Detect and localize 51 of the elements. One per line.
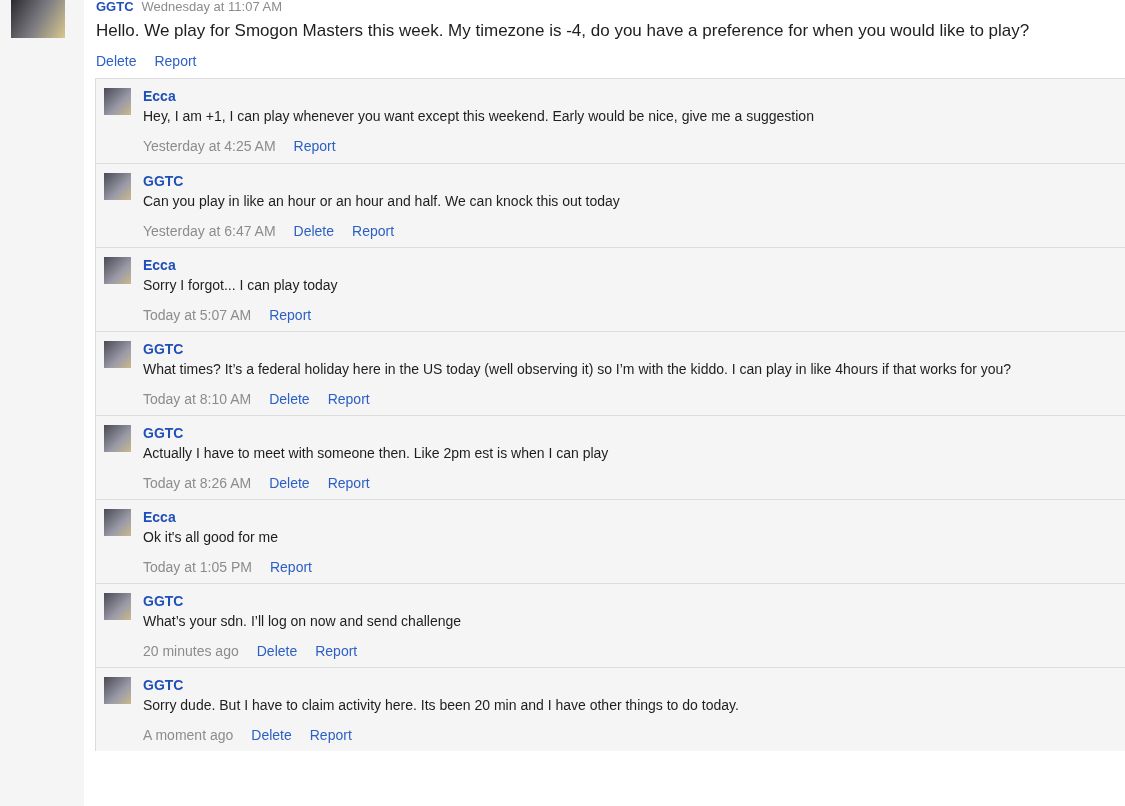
reply-text: Actually I have to meet with someone then. Like 2pm est is when I can play bbox=[143, 444, 609, 463]
reply-text: Hey, I am +1, I can play whenever you want except this weekend. Early would be nice, give me a suggestion bbox=[143, 107, 814, 126]
reply-text: Sorry I forgot... I can play today bbox=[143, 276, 338, 295]
post-text: Hello. We play for Smogon Masters this week. My timezone is -4, do you have a preference for when you would like to play? bbox=[96, 20, 1031, 42]
avatar-image bbox=[104, 173, 131, 200]
author-name[interactable]: Ecca bbox=[143, 507, 312, 527]
action-link[interactable]: Report bbox=[327, 389, 370, 409]
avatar-image bbox=[104, 593, 131, 620]
timestamp[interactable]: 20 minutes ago bbox=[143, 641, 239, 661]
avatar-image bbox=[104, 88, 131, 115]
timestamp[interactable]: Today at 8:10 AM bbox=[143, 389, 252, 409]
action-link[interactable]: Report bbox=[327, 473, 370, 493]
timestamp[interactable]: Today at 8:26 AM bbox=[143, 473, 252, 493]
action-link[interactable]: Report bbox=[352, 221, 395, 241]
action-link[interactable]: Report bbox=[269, 557, 312, 577]
avatar-image bbox=[104, 677, 131, 704]
reply-text: Ok it's all good for me bbox=[143, 528, 279, 547]
action-link[interactable]: Delete bbox=[96, 51, 137, 71]
timestamp[interactable]: Wednesday at 11:07 AM bbox=[141, 0, 282, 14]
timestamp[interactable]: Today at 1:05 PM bbox=[143, 557, 252, 577]
avatar-image bbox=[104, 257, 131, 284]
reply-text: What’s your sdn. I’ll log on now and send challenge bbox=[143, 612, 462, 631]
action-link[interactable]: Delete bbox=[251, 725, 292, 745]
action-link[interactable]: Report bbox=[293, 136, 336, 156]
author-name[interactable]: GGTC bbox=[96, 0, 134, 14]
avatar-image bbox=[104, 425, 131, 452]
action-link[interactable]: Report bbox=[269, 305, 312, 325]
avatar-image bbox=[104, 509, 131, 536]
timestamp[interactable]: Yesterday at 4:25 AM bbox=[143, 136, 276, 156]
reply-text: What times? It’s a federal holiday here in the US today (well observing it) so I’m with the kiddo. I can play in like 4hours if that works for you? bbox=[143, 360, 1012, 379]
action-link[interactable]: Report bbox=[315, 641, 358, 661]
author-name[interactable]: GGTC bbox=[143, 339, 1012, 359]
author-name[interactable]: GGTC bbox=[143, 423, 609, 443]
action-link[interactable]: Delete bbox=[269, 473, 310, 493]
action-link[interactable]: Report bbox=[309, 725, 352, 745]
reply-text: Sorry dude. But I have to claim activity here. Its been 20 min and I have other things to do today. bbox=[143, 696, 739, 715]
author-name[interactable]: GGTC bbox=[143, 591, 462, 611]
timestamp[interactable]: Today at 5:07 AM bbox=[143, 305, 252, 325]
avatar-image bbox=[104, 341, 131, 368]
author-name[interactable]: Ecca bbox=[143, 255, 338, 275]
timestamp[interactable]: A moment ago bbox=[143, 725, 234, 745]
action-link[interactable]: Delete bbox=[269, 389, 310, 409]
avatar-image bbox=[11, 0, 65, 38]
author-name[interactable]: GGTC bbox=[143, 171, 620, 191]
timestamp[interactable]: Yesterday at 6:47 AM bbox=[143, 221, 276, 241]
reply-text: Can you play in like an hour or an hour and half. We can knock this out today bbox=[143, 192, 620, 211]
author-name[interactable]: Ecca bbox=[143, 86, 814, 106]
author-name[interactable]: GGTC bbox=[143, 675, 739, 695]
action-link[interactable]: Report bbox=[154, 51, 197, 71]
action-link[interactable]: Delete bbox=[293, 221, 335, 241]
action-link[interactable]: Delete bbox=[256, 641, 298, 661]
